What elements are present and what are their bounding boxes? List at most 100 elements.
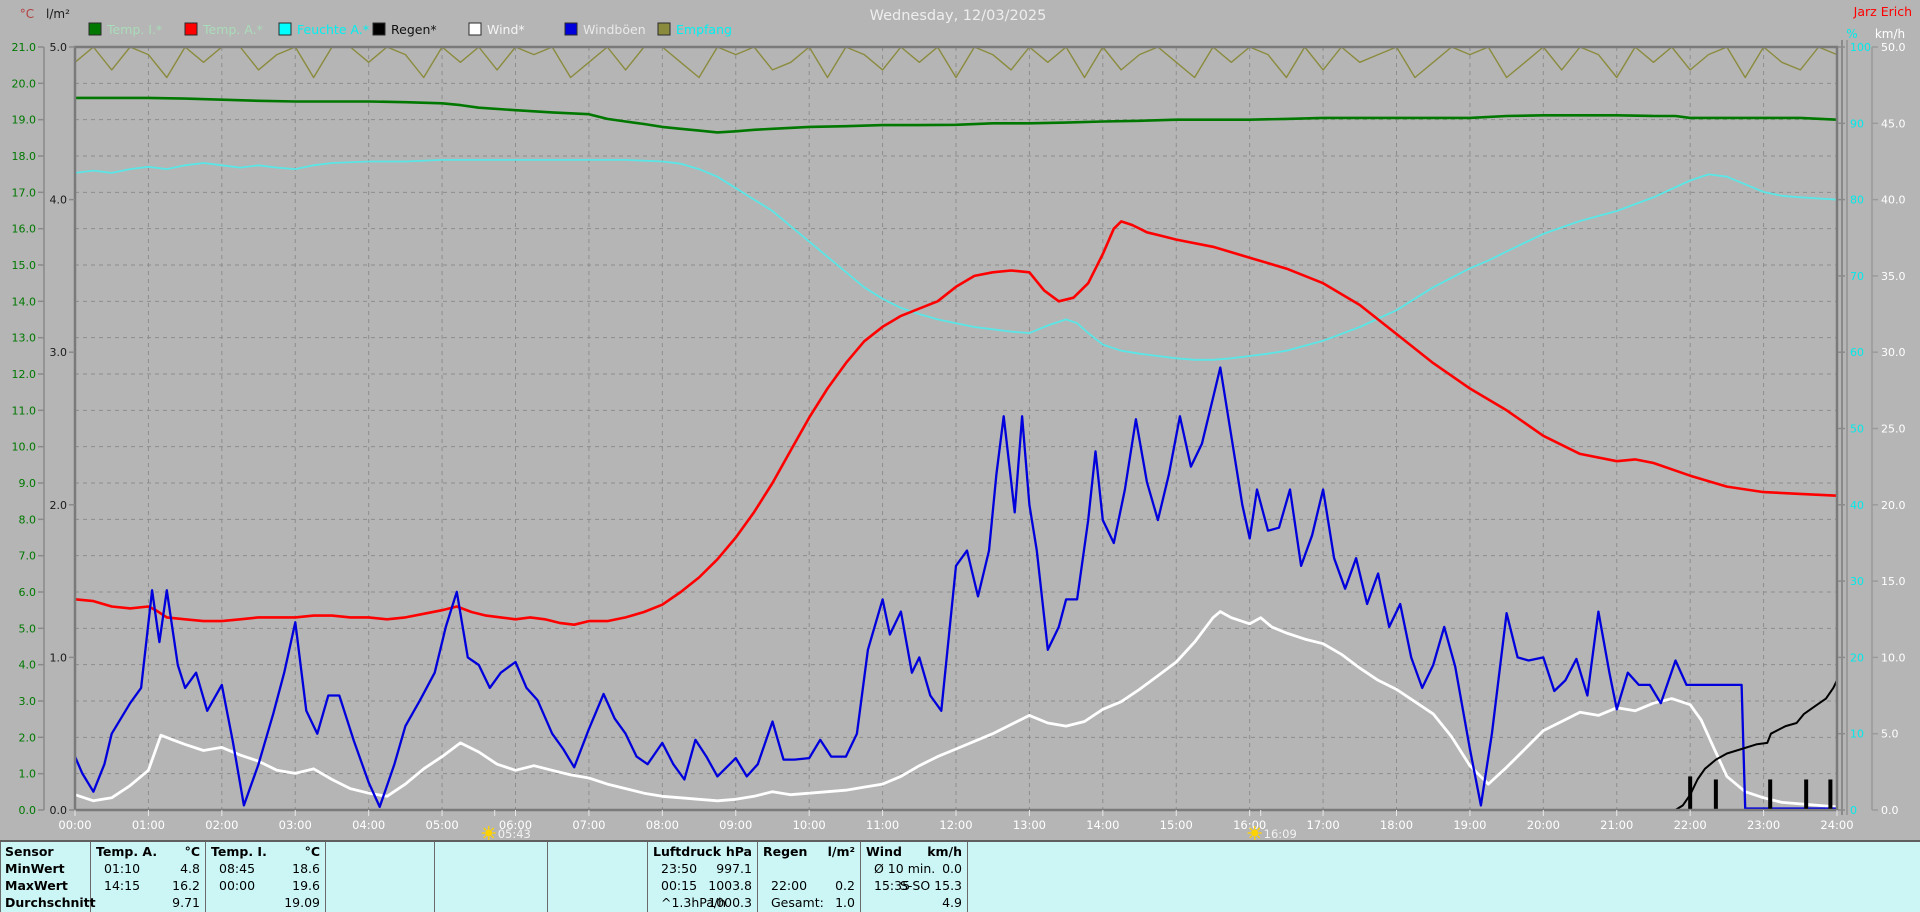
- cell-temp_a-time-2: 14:15: [104, 878, 141, 893]
- tick-label: 21.0: [12, 41, 37, 54]
- cell-luftdruck-value-3: 1000.3: [708, 895, 752, 910]
- table-column-border: [547, 842, 548, 912]
- sun-ray: [483, 827, 487, 831]
- rain-bar: [1713, 779, 1718, 810]
- tick-label: 13.0: [12, 332, 37, 345]
- cell-regen-time-3: Gesamt:: [771, 895, 824, 910]
- col-unit-temp_a: °C: [184, 844, 200, 859]
- cell-wind-value-2: S-SO 15.3: [899, 878, 962, 893]
- tick-label: 45.0: [1881, 117, 1906, 130]
- rain-bar: [1828, 779, 1833, 810]
- chart-legend: Temp. I.* Temp. A.* Feuchte A.* Regen* Wind*…: [88, 22, 732, 37]
- table-column-border: [647, 842, 648, 912]
- legend-swatch-7: [657, 22, 671, 36]
- legend-label-3: Feuchte A.*: [297, 22, 369, 37]
- legend-swatch-2: [184, 22, 198, 36]
- cell-regen-value-3: 1.0: [835, 895, 855, 910]
- legend-label-7: Empfang: [676, 22, 732, 37]
- table-column-border: [0, 842, 1, 912]
- cell-regen-time-2: 22:00: [771, 878, 808, 893]
- col-unit-temp_i: °C: [304, 844, 320, 859]
- legend-label-2: Temp. A.*: [202, 22, 263, 37]
- tick-label: 12:00: [939, 818, 972, 832]
- summary-table: Sensor MinWert MaxWert Durchschnitt Temp. A.…: [0, 840, 1920, 912]
- tick-label: 17:00: [1307, 818, 1340, 832]
- row-label-maxwert: MaxWert: [5, 878, 68, 893]
- tick-label: 10.0: [12, 441, 37, 454]
- axis-unit-humidity: %: [1846, 27, 1857, 41]
- tick-label: 0.0: [50, 804, 68, 817]
- tick-label: 1.0: [19, 768, 37, 781]
- sun-ray: [483, 835, 487, 839]
- tick-label: 18:00: [1380, 818, 1413, 832]
- table-column-border: [434, 842, 435, 912]
- tick-label: 18.0: [12, 150, 37, 163]
- tick-label: 08:00: [646, 818, 679, 832]
- page-title: Wednesday, 12/03/2025: [870, 8, 1047, 24]
- tick-label: 50.0: [1881, 41, 1906, 54]
- cell-temp_i-value-3: 19.09: [284, 895, 320, 910]
- tick-label: 8.0: [19, 513, 37, 526]
- cell-luftdruck-time-1: 23:50: [661, 861, 698, 876]
- tick-label: 21:00: [1600, 818, 1633, 832]
- tick-label: 23:00: [1747, 818, 1780, 832]
- axis-unit-rain: l/m²: [46, 7, 70, 21]
- tick-label: 0: [1850, 804, 1857, 817]
- legend-label-1: Temp. I.*: [106, 22, 162, 37]
- tick-label: 0.0: [1881, 804, 1899, 817]
- tick-label: 13:00: [1013, 818, 1046, 832]
- tick-label: 9.0: [19, 477, 37, 490]
- cell-temp_a-value-2: 16.2: [172, 878, 200, 893]
- rain-bar: [1688, 776, 1693, 810]
- legend-label-4: Regen*: [391, 22, 437, 37]
- tick-label: 15.0: [1881, 575, 1906, 588]
- tick-label: 10.0: [1881, 651, 1906, 664]
- cell-luftdruck-value-1: 997.1: [716, 861, 752, 876]
- tick-label: 10:00: [793, 818, 826, 832]
- tick-label: 5.0: [50, 41, 68, 54]
- sunset-icon: [1247, 826, 1262, 840]
- tick-label: 07:00: [572, 818, 605, 832]
- row-label-minwert: MinWert: [5, 861, 65, 876]
- tick-label: 04:00: [352, 818, 385, 832]
- tick-label: 4.0: [19, 659, 37, 672]
- cell-temp_i-value-2: 19.6: [292, 878, 320, 893]
- sun-disc: [485, 829, 493, 837]
- weather-chart: Wednesday, 12/03/2025 Jarz Erich °C l/m²…: [12, 4, 1912, 840]
- tick-label: 40: [1850, 499, 1864, 512]
- tick-label: 1.0: [50, 651, 68, 664]
- tick-label: 03:00: [279, 818, 312, 832]
- tick-label: 80: [1850, 194, 1864, 207]
- sunset-time: 16:09: [1264, 827, 1297, 840]
- col-unit-wind: km/h: [927, 844, 962, 859]
- tick-label: 30: [1850, 575, 1864, 588]
- tick-label: 20.0: [12, 77, 37, 90]
- tick-label: 19.0: [12, 114, 37, 127]
- col-header-wind: Wind: [866, 844, 902, 859]
- row-label-durchschnitt: Durchschnitt: [5, 895, 96, 910]
- tick-label: 5.0: [19, 622, 37, 635]
- rain-bar: [1804, 779, 1809, 810]
- tick-label: 20: [1850, 651, 1864, 664]
- tick-label: 22:00: [1674, 818, 1707, 832]
- col-header-temp_a: Temp. A.: [96, 844, 158, 859]
- tick-label: 5.0: [1881, 728, 1899, 741]
- tick-label: 3.0: [19, 695, 37, 708]
- tick-label: 2.0: [19, 731, 37, 744]
- tick-label: 01:00: [132, 818, 165, 832]
- tick-label: 14:00: [1086, 818, 1119, 832]
- tick-label: 35.0: [1881, 270, 1906, 283]
- col-unit-luftdruck: hPa: [725, 844, 752, 859]
- cell-luftdruck-value-2: 1003.8: [708, 878, 752, 893]
- tick-label: 25.0: [1881, 423, 1906, 436]
- tick-label: 00:00: [58, 818, 91, 832]
- tick-label: 19:00: [1453, 818, 1486, 832]
- tick-label: 100: [1850, 41, 1871, 54]
- sunrise-icon: [481, 826, 496, 840]
- tick-label: 09:00: [719, 818, 752, 832]
- cell-regen-value-2: 0.2: [835, 878, 855, 893]
- cell-temp_a-value-3: 9.71: [172, 895, 200, 910]
- col-unit-regen: l/m²: [827, 844, 855, 859]
- tick-label: 24:00: [1820, 818, 1853, 832]
- cell-temp_i-time-2: 00:00: [219, 878, 256, 893]
